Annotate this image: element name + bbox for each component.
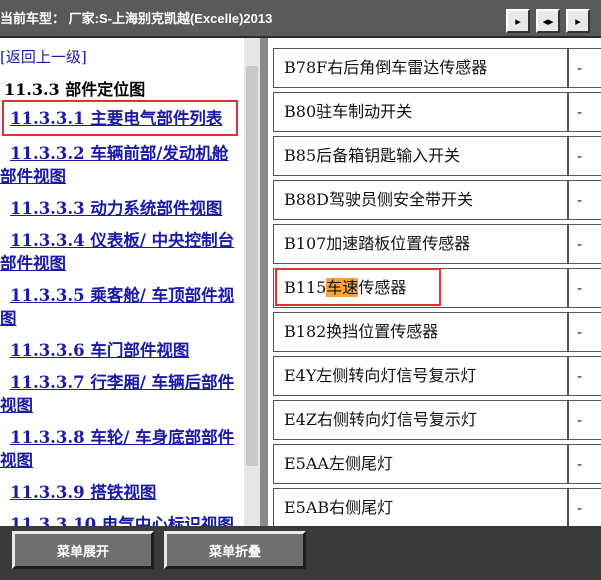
toc-item-2[interactable]: 11.3.3.2 车辆前部/发动机舱 部件视图 — [0, 142, 228, 188]
toc-item-1[interactable]: 11.3.3.1 主要电气部件列表 — [10, 107, 222, 130]
table-row[interactable]: B85后备箱钥匙输入开关 — [273, 136, 568, 176]
table-row[interactable]: E5AA左侧尾灯 — [273, 444, 568, 484]
table-cell: - — [568, 444, 601, 484]
nav-next-button[interactable]: ▸ — [566, 9, 590, 33]
toc-item-3[interactable]: 11.3.3.3 动力系统部件视图 — [10, 197, 222, 220]
component-table: B78F右后角倒车雷达传感器 - B80驻车制动开关 - B85后备箱钥匙输入开… — [268, 38, 601, 526]
toc-item-9[interactable]: 11.3.3.9 搭铁视图 — [10, 481, 156, 504]
toc-panel: [返回上一级] 11.3.3 部件定位图 11.3.3.1 主要电气部件列表 1… — [0, 38, 244, 526]
table-row[interactable]: B80驻车制动开关 — [273, 92, 568, 132]
section-heading: 11.3.3 部件定位图 — [4, 80, 146, 99]
toc-item-7[interactable]: 11.3.3.7 行李厢/ 车辆后部件 视图 — [0, 371, 234, 417]
back-link[interactable]: [返回上一级] — [0, 46, 87, 67]
table-cell: - — [568, 48, 601, 88]
table-cell: - — [568, 180, 601, 220]
table-cell: - — [568, 400, 601, 440]
split-view-button[interactable]: ◂▸ — [536, 9, 560, 33]
table-cell: - — [568, 136, 601, 176]
table-row[interactable]: B78F右后角倒车雷达传感器 — [273, 48, 568, 88]
vehicle-title: 当前车型： 厂家:S-上海别克凯越(Excelle)2013 — [0, 11, 273, 26]
table-row[interactable]: B107加速踏板位置传感器 — [273, 224, 568, 264]
table-row[interactable]: B88D驾驶员侧安全带开关 — [273, 180, 568, 220]
table-cell: - — [568, 488, 601, 526]
table-row[interactable]: E4Z右侧转向灯信号复示灯 — [273, 400, 568, 440]
table-cell: - — [568, 312, 601, 352]
nav-forward-button[interactable]: ▸ — [506, 9, 530, 33]
toc-scrollbar[interactable] — [244, 38, 260, 526]
bottom-toolbar: 菜单展开 菜单折叠 — [0, 526, 601, 580]
toc-item-5[interactable]: 11.3.3.5 乘客舱/ 车顶部件视图 — [0, 284, 234, 330]
table-row[interactable]: B182换挡位置传感器 — [273, 312, 568, 352]
toc-item-8[interactable]: 11.3.3.8 车轮/ 车身底部部件 视图 — [0, 426, 234, 472]
table-cell: - — [568, 92, 601, 132]
title-bar: 当前车型： 厂家:S-上海别克凯越(Excelle)2013 ▸ ◂▸ ▸ — [0, 0, 601, 38]
table-row[interactable]: E4Y左侧转向灯信号复示灯 — [273, 356, 568, 396]
toc-item-4[interactable]: 11.3.3.4 仪表板/ 中央控制台 部件视图 — [0, 229, 234, 275]
table-cell: - — [568, 356, 601, 396]
scrollbar-thumb[interactable] — [246, 66, 258, 466]
toc-item-6[interactable]: 11.3.3.6 车门部件视图 — [10, 339, 189, 362]
selected-row-box — [275, 268, 441, 306]
panel-divider[interactable] — [260, 38, 268, 526]
table-cell: - — [568, 224, 601, 264]
menu-expand-button[interactable]: 菜单展开 — [12, 531, 154, 569]
table-cell: - — [568, 268, 601, 308]
menu-collapse-button[interactable]: 菜单折叠 — [164, 531, 306, 569]
table-row[interactable]: E5AB右侧尾灯 — [273, 488, 568, 526]
toc-item-10[interactable]: 11.3.3.10 电气中心标识视图 — [10, 513, 234, 526]
